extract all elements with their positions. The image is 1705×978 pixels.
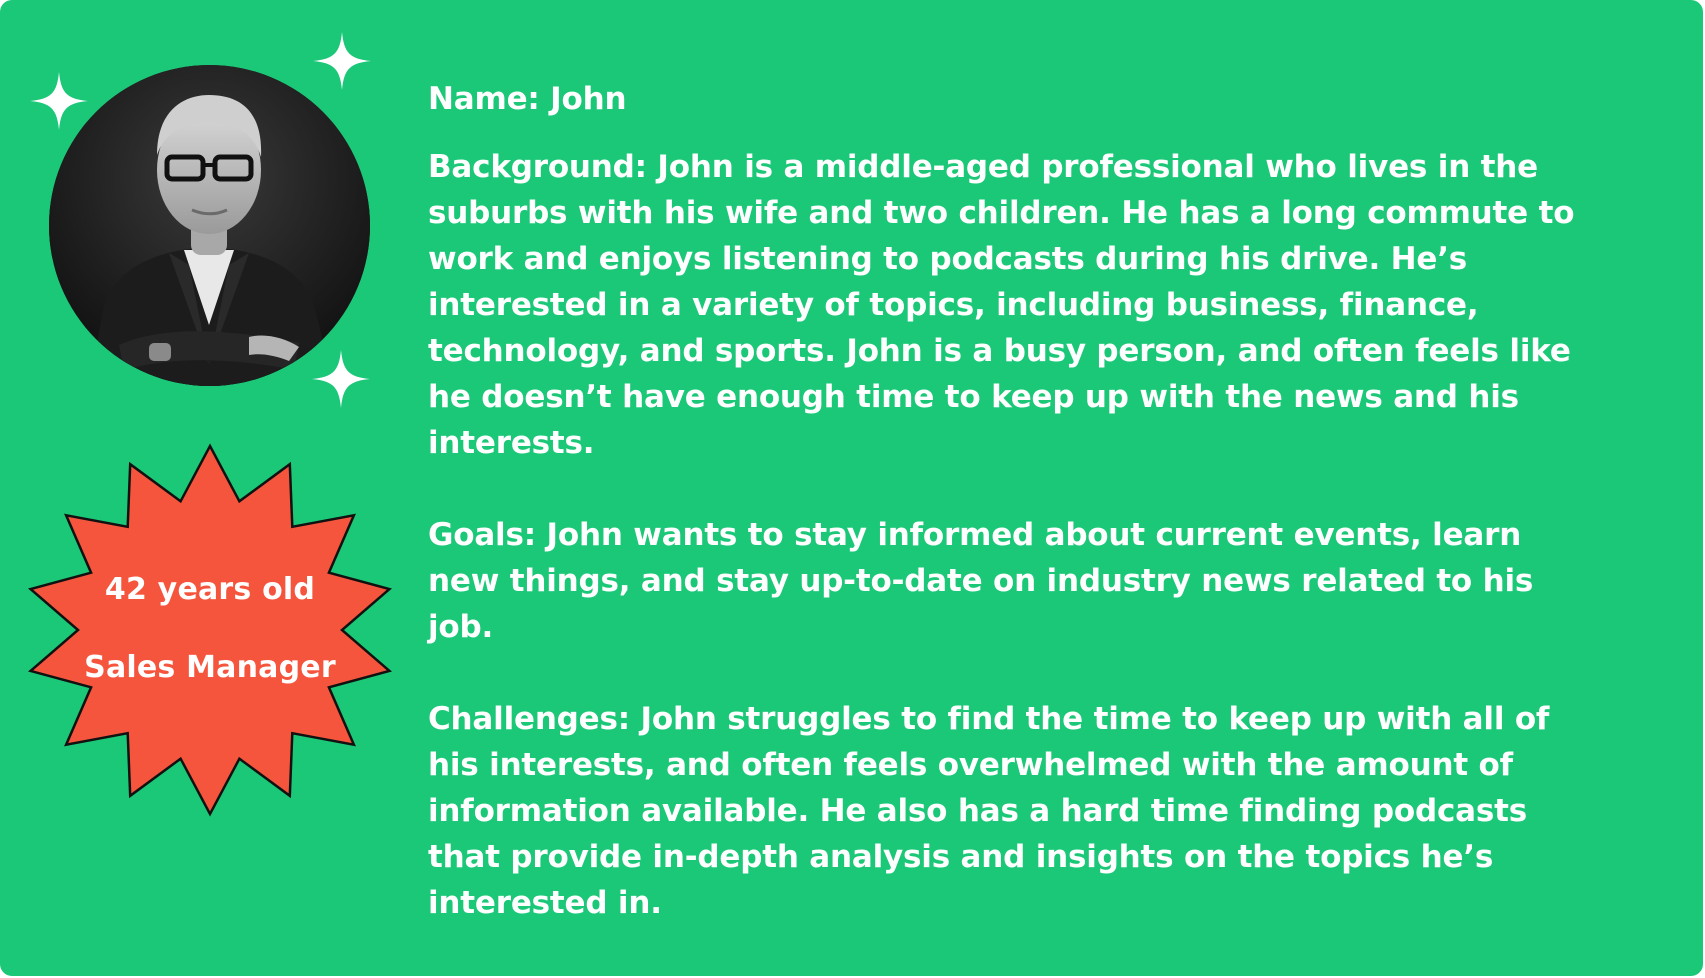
avatar	[49, 65, 370, 386]
starburst-badge	[28, 443, 392, 817]
sparkle-icon	[30, 72, 88, 130]
sparkle-icon	[313, 32, 371, 90]
persona-challenges: Challenges: John struggles to find the t…	[428, 701, 1550, 921]
persona-background: Background: John is a middle-aged profes…	[428, 149, 1575, 461]
persona-details: Name: John Background: John is a middle-…	[428, 76, 1588, 926]
role-label: Sales Manager	[84, 650, 336, 685]
persona-card: 42 years old Sales Manager Name: John Ba…	[0, 0, 1703, 976]
persona-name: Name: John	[428, 81, 627, 117]
sparkle-icon	[312, 350, 370, 408]
age-label: 42 years old	[104, 572, 316, 607]
avatar-photo	[49, 65, 370, 386]
persona-goals: Goals: John wants to stay informed about…	[428, 517, 1534, 645]
